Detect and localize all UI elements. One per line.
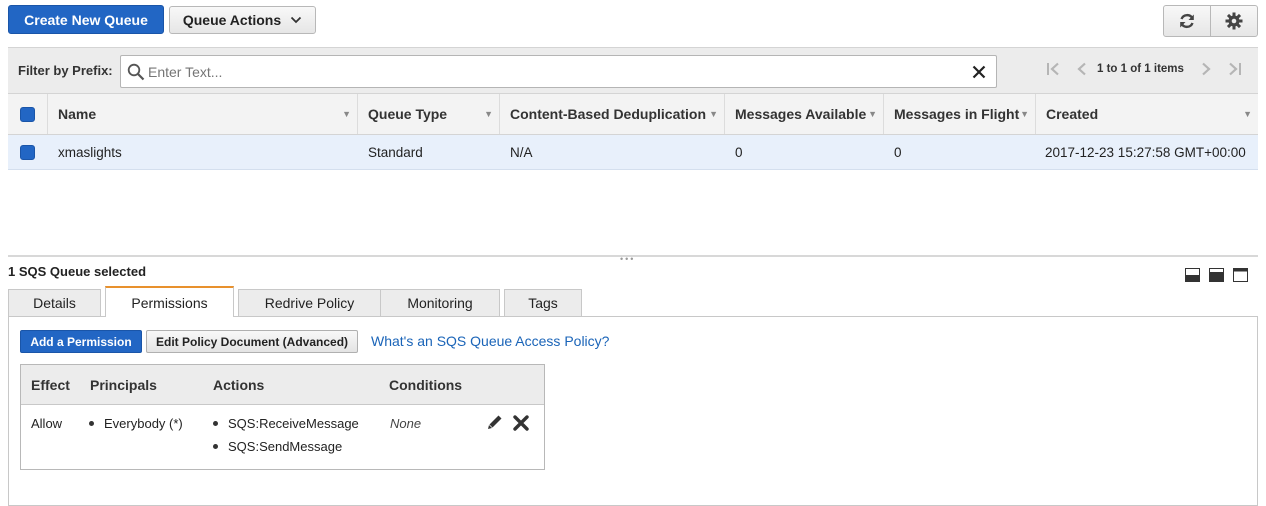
- layout-split-icon[interactable]: [1209, 268, 1224, 282]
- bullet-icon: [89, 421, 94, 427]
- tab-permissions[interactable]: Permissions: [105, 286, 234, 317]
- permissions-table: Effect Principals Actions Conditions All…: [20, 364, 545, 470]
- permission-conditions: None: [390, 416, 422, 431]
- edit-policy-label: Edit Policy Document (Advanced): [155, 334, 349, 349]
- table-row[interactable]: xmaslights Standard N/A 0 0 2017-12-23 1…: [8, 135, 1258, 170]
- layout-bottom-icon[interactable]: [1185, 268, 1200, 282]
- refresh-button[interactable]: [1163, 5, 1211, 37]
- created-value: 2017-12-23 15:27:58 GMT+00:00: [1045, 145, 1246, 160]
- policy-help-link[interactable]: What's an SQS Queue Access Policy?: [371, 333, 609, 349]
- next-page-icon[interactable]: [1200, 62, 1212, 76]
- settings-button[interactable]: [1210, 5, 1258, 37]
- last-page-icon[interactable]: [1226, 62, 1242, 76]
- permissions-table-header: Effect Principals Actions Conditions: [21, 365, 544, 405]
- sort-icon: ▼: [709, 109, 718, 119]
- previous-page-icon[interactable]: [1076, 62, 1088, 76]
- queue-name[interactable]: xmaslights: [58, 135, 122, 170]
- sort-icon: ▼: [484, 109, 493, 119]
- row-select-cell: [20, 135, 40, 170]
- column-header-conditions: Conditions: [389, 377, 463, 393]
- filter-label: Filter by Prefix:: [18, 63, 113, 78]
- refresh-icon: [1180, 13, 1194, 29]
- sort-icon: ▼: [342, 109, 351, 119]
- permission-principal-item: Everybody (*): [89, 416, 183, 431]
- principal-text: Everybody (*): [104, 416, 183, 431]
- action-text: SQS:SendMessage: [228, 439, 343, 454]
- column-header-actions: Actions: [213, 377, 265, 393]
- column-header-label: Messages in Flight: [894, 106, 1020, 122]
- sort-icon: ▼: [1243, 109, 1252, 119]
- column-header-messages-in-flight[interactable]: Messages in Flight ▼: [884, 94, 1036, 134]
- permission-action-item: SQS:SendMessage: [213, 439, 342, 454]
- column-header-label: Messages Available: [735, 106, 867, 122]
- clear-icon[interactable]: [972, 65, 986, 79]
- column-header-label: Created: [1046, 106, 1099, 122]
- gear-icon: [1225, 12, 1243, 30]
- row-checkbox[interactable]: [20, 145, 35, 160]
- sort-icon: ▼: [1020, 109, 1029, 119]
- sort-icon: ▼: [868, 109, 877, 119]
- bullet-icon: [213, 444, 218, 450]
- column-header-queue-type[interactable]: Queue Type ▼: [358, 94, 500, 134]
- column-header-dedup[interactable]: Content-Based Deduplication ▼: [500, 94, 725, 134]
- permission-effect: Allow: [31, 416, 63, 431]
- messages-available-value: 0: [735, 145, 743, 160]
- column-header-label: Name: [58, 106, 97, 122]
- column-header-messages-available[interactable]: Messages Available ▼: [725, 94, 884, 134]
- delete-icon[interactable]: [513, 415, 529, 431]
- chevron-down-icon: [291, 16, 302, 24]
- create-new-queue-label: Create New Queue: [24, 11, 148, 28]
- tab-label: Tags: [528, 295, 558, 311]
- queue-actions-label: Queue Actions: [182, 12, 282, 28]
- tab-label: Details: [33, 295, 76, 311]
- column-header-name[interactable]: Name ▼: [48, 94, 358, 134]
- bullet-icon: [213, 421, 218, 427]
- filter-input[interactable]: [146, 59, 966, 84]
- select-all-checkbox[interactable]: [20, 107, 35, 122]
- permission-action-item: SQS:ReceiveMessage: [213, 416, 359, 431]
- edit-policy-button[interactable]: Edit Policy Document (Advanced): [146, 330, 358, 353]
- filter-input-box[interactable]: [120, 55, 997, 88]
- column-header-label: Content-Based Deduplication: [510, 106, 707, 122]
- add-permission-label: Add a Permission: [30, 334, 132, 349]
- column-header-created[interactable]: Created ▼: [1036, 94, 1258, 134]
- tab-details[interactable]: Details: [8, 289, 101, 316]
- queue-actions-button[interactable]: Queue Actions: [169, 6, 316, 34]
- queue-type: Standard: [368, 145, 423, 160]
- create-new-queue-button[interactable]: Create New Queue: [8, 5, 164, 34]
- messages-in-flight-value: 0: [894, 145, 902, 160]
- action-text: SQS:ReceiveMessage: [228, 416, 359, 431]
- add-permission-button[interactable]: Add a Permission: [20, 330, 142, 353]
- tab-label: Redrive Policy: [264, 295, 355, 311]
- tab-redrive-policy[interactable]: Redrive Policy: [238, 289, 381, 316]
- queue-table-header: Name ▼ Queue Type ▼ Content-Based Dedupl…: [8, 93, 1258, 135]
- column-header-principals: Principals: [90, 377, 157, 393]
- pagination-info: 1 to 1 of 1 items: [1097, 63, 1184, 75]
- tab-monitoring[interactable]: Monitoring: [380, 289, 500, 316]
- dedup-value: N/A: [510, 145, 533, 160]
- selected-count: 1 SQS Queue selected: [8, 264, 147, 279]
- tab-label: Monitoring: [407, 295, 473, 311]
- select-all-cell: [8, 94, 48, 134]
- column-header-effect: Effect: [31, 377, 70, 393]
- pencil-icon[interactable]: [487, 414, 503, 430]
- tab-label: Permissions: [131, 294, 208, 311]
- first-page-icon[interactable]: [1046, 62, 1062, 76]
- tab-tags[interactable]: Tags: [504, 289, 582, 316]
- splitter-grip-icon[interactable]: •••: [620, 254, 635, 264]
- search-icon: [127, 63, 145, 81]
- layout-top-icon[interactable]: [1233, 268, 1248, 282]
- column-header-label: Queue Type: [368, 106, 448, 122]
